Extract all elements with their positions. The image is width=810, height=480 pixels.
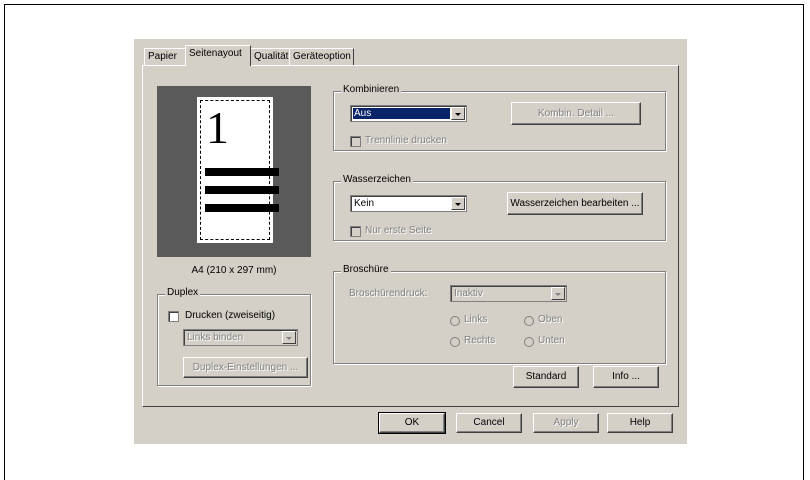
help-button[interactable]: Help (607, 413, 673, 433)
standard-button[interactable]: Standard (513, 366, 579, 388)
info-button[interactable]: Info ... (593, 366, 659, 388)
binding-select-value: Links binden (187, 332, 244, 343)
radio-links-label: Links (464, 314, 488, 325)
broschuere-group: Broschüre Broschürendruck: Inaktiv Links… (333, 264, 666, 364)
tab-seitenlayout[interactable]: Seitenayout (185, 45, 251, 66)
chevron-down-icon (451, 107, 465, 120)
kombin-detail-button[interactable]: Kombin. Detail ... (511, 102, 641, 125)
wasserzeichen-select[interactable]: Kein (350, 195, 467, 212)
first-page-checkbox[interactable] (350, 226, 361, 237)
radio-links[interactable] (450, 316, 460, 326)
tab-panel: 1 A4 (210 x 297 mm) Duplex Drucken (zwei… (142, 65, 679, 407)
broschuerendruck-select-value: Inaktiv (454, 288, 483, 299)
trennlinie-label: Trennlinie drucken (365, 135, 447, 146)
text-line-bar (205, 204, 279, 212)
kombinieren-select[interactable]: Aus (350, 105, 467, 122)
paper-size-label: A4 (210 x 297 mm) (191, 265, 277, 276)
duplex-checkbox[interactable] (168, 311, 179, 322)
radio-rechts[interactable] (450, 337, 460, 347)
page-preview: 1 (157, 86, 311, 257)
radio-unten[interactable] (524, 337, 534, 347)
text-line-bar (205, 168, 279, 176)
wasserzeichen-edit-button[interactable]: Wasserzeichen bearbeiten ... (507, 192, 643, 215)
broschuerendruck-label: Broschürendruck: (349, 288, 428, 299)
first-page-label: Nur erste Seite (365, 225, 432, 236)
wasserzeichen-title: Wasserzeichen (341, 174, 413, 185)
kombinieren-select-value: Aus (354, 108, 372, 119)
radio-unten-label: Unten (538, 335, 565, 346)
preview-page: 1 (197, 97, 279, 243)
apply-button[interactable]: Apply (533, 413, 599, 433)
duplex-settings-button[interactable]: Duplex-Einstellungen ... (183, 357, 308, 378)
chevron-down-icon (551, 287, 565, 300)
ok-button[interactable]: OK (378, 412, 446, 434)
tab-qualitaet[interactable]: Qualität (250, 48, 290, 65)
printer-properties-dialog: Papier Seitenayout Qualität Geräteoption… (134, 39, 687, 444)
broschuerendruck-select[interactable]: Inaktiv (450, 285, 567, 302)
wasserzeichen-group: Wasserzeichen Kein Wasserzeichen bearbei… (333, 174, 666, 241)
radio-oben[interactable] (524, 316, 534, 326)
duplex-group: Duplex Drucken (zweiseitig) Links binden… (157, 287, 311, 386)
cancel-button[interactable]: Cancel (456, 413, 522, 433)
chevron-down-icon (282, 331, 296, 344)
text-line-bar (205, 186, 279, 194)
kombinieren-title: Kombinieren (341, 84, 402, 95)
page-number: 1 (206, 102, 229, 153)
radio-rechts-label: Rechts (464, 335, 496, 346)
duplex-checkbox-label: Drucken (zweiseitig) (185, 310, 276, 321)
trennlinie-checkbox[interactable] (350, 136, 361, 147)
duplex-title: Duplex (165, 287, 201, 298)
chevron-down-icon (451, 197, 465, 210)
tab-papier[interactable]: Papier (144, 48, 186, 65)
broschuere-title: Broschüre (341, 264, 391, 275)
wasserzeichen-select-value: Kein (354, 198, 375, 209)
binding-select[interactable]: Links binden (183, 329, 298, 346)
tab-geraeteoption[interactable]: Geräteoption (289, 48, 354, 65)
kombinieren-group: Kombinieren Aus Kombin. Detail ... Trenn… (333, 84, 666, 151)
radio-oben-label: Oben (538, 314, 563, 325)
